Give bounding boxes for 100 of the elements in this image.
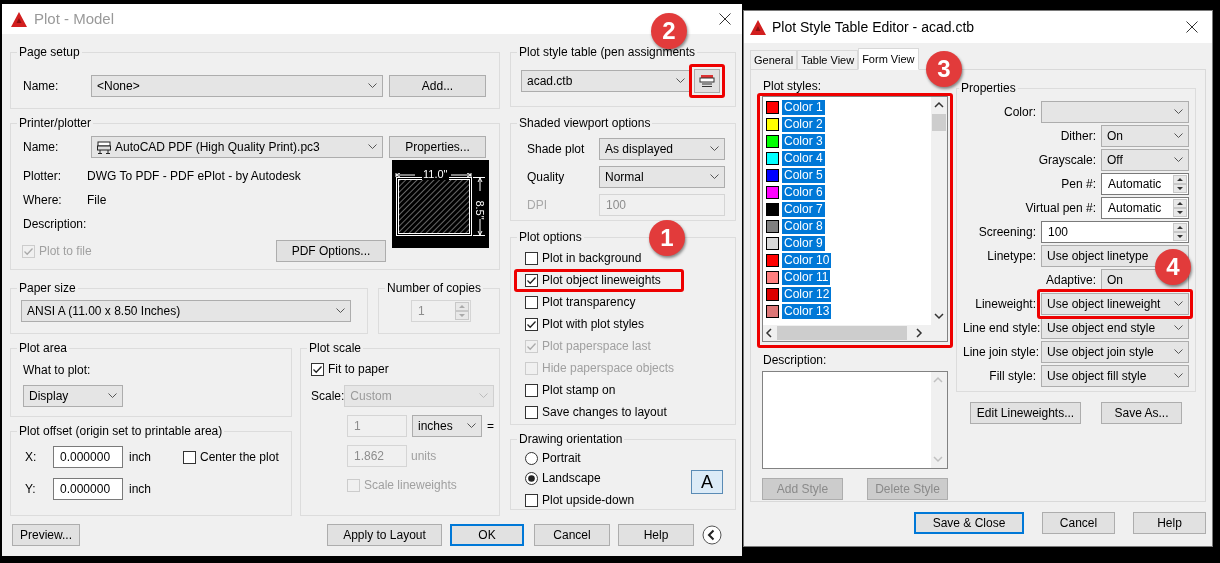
collapse-icon[interactable] [702, 525, 722, 545]
plot-style-item[interactable]: Color 9 [766, 235, 931, 252]
group-title: Paper size [18, 280, 77, 297]
group-title: Drawing orientation [518, 431, 624, 448]
dropdown[interactable]: Display [23, 385, 123, 407]
dropdown[interactable]: On [1101, 125, 1189, 147]
button[interactable]: Add... [389, 75, 486, 97]
property-label: Line join style: [963, 344, 1041, 361]
style-name: Color 9 [782, 236, 825, 251]
style-name: Color 7 [782, 202, 825, 217]
checkbox-square-icon [525, 383, 538, 397]
property-label: Dither: [1059, 128, 1097, 145]
dropdown[interactable]: acad.ctb [521, 70, 691, 92]
scroll-thumb[interactable] [932, 114, 946, 131]
style-name: Color 8 [782, 219, 825, 234]
vertical-scrollbar[interactable] [931, 97, 947, 325]
style-name: Color 6 [782, 185, 825, 200]
checkbox-square-icon [525, 339, 538, 353]
horizontal-scrollbar[interactable] [763, 325, 947, 341]
dropdown[interactable]: As displayed [599, 138, 725, 160]
dropdown[interactable]: Use object lineweight [1041, 293, 1189, 315]
button[interactable]: Properties... [389, 136, 486, 158]
button[interactable]: Help [618, 524, 694, 546]
group-title: Number of copies [386, 280, 483, 297]
tab[interactable]: Form View [858, 48, 919, 70]
dropdown[interactable]: Normal [599, 166, 725, 188]
plot-style-item[interactable]: Color 6 [766, 184, 931, 201]
scroll-thumb[interactable] [777, 326, 907, 340]
radio-button[interactable]: Portrait [525, 448, 581, 468]
tab[interactable]: General [750, 50, 798, 69]
checkbox[interactable]: Plot in background [525, 248, 642, 268]
edit-style-table-button[interactable] [694, 69, 720, 93]
checkbox[interactable]: Plot transparency [525, 292, 636, 312]
page-letter: A [701, 470, 713, 494]
dropdown[interactable]: Use object join style [1041, 341, 1189, 363]
checkbox[interactable]: Plot object lineweights [525, 270, 661, 290]
plot-style-item[interactable]: Color 5 [766, 167, 931, 184]
button[interactable]: Preview... [12, 524, 80, 546]
plot-style-item[interactable]: Color 7 [766, 201, 931, 218]
chevron-down-icon [479, 393, 489, 399]
style-name: Color 10 [782, 253, 832, 268]
radio-circle-icon [525, 451, 538, 465]
field-label: What to plot: [22, 362, 92, 379]
dropdown[interactable]: ANSI A (11.00 x 8.50 Inches) [21, 300, 351, 322]
close-icon[interactable] [719, 13, 731, 25]
checkbox[interactable]: Plot stamp on [525, 380, 616, 400]
group-title: Shaded viewport options [518, 115, 652, 132]
text-field[interactable]: 0.000000 [53, 446, 123, 468]
spinner-field[interactable]: 100 [1041, 221, 1189, 243]
spin-arrows-icon [1173, 199, 1187, 217]
checkbox-square-icon [525, 251, 538, 265]
button[interactable]: Save & Close [914, 512, 1024, 534]
field-label: Description: [763, 352, 828, 369]
close-icon[interactable] [1186, 21, 1198, 33]
style-name: Color 13 [782, 304, 832, 319]
style-name: Color 5 [782, 168, 825, 183]
chevron-down-icon [368, 83, 377, 89]
plot-style-item[interactable]: Color 3 [766, 133, 931, 150]
spinner-field[interactable]: Automatic [1101, 173, 1189, 195]
checkbox[interactable]: Plot upside-down [525, 490, 635, 510]
style-name: Color 4 [782, 151, 825, 166]
dropdown[interactable]: Off [1101, 149, 1189, 171]
tab[interactable]: Table View [797, 50, 859, 69]
button[interactable]: PDF Options... [276, 240, 386, 262]
checkbox[interactable]: Save changes to layout [525, 402, 667, 422]
plot-style-item[interactable]: Color 10 [766, 252, 931, 269]
plot-style-item[interactable]: Color 2 [766, 116, 931, 133]
dropdown[interactable]: AutoCAD PDF (High Quality Print).pc3 [91, 136, 383, 158]
info-label: Where: [22, 192, 63, 209]
button[interactable]: Save As... [1101, 402, 1182, 424]
dropdown[interactable]: Use object end style [1041, 317, 1189, 339]
window-title: Plot Style Table Editor - acad.ctb [772, 17, 975, 37]
spinner-field[interactable]: Automatic [1101, 197, 1189, 219]
property-label: Adaptive: [1044, 272, 1097, 289]
radio-button[interactable]: Landscape [525, 468, 601, 488]
plot-style-item[interactable]: Color 11 [766, 269, 931, 286]
checkbox[interactable]: Center the plot [183, 447, 279, 467]
property-label: Color: [1003, 104, 1037, 121]
button[interactable]: OK [450, 524, 524, 546]
button[interactable]: Cancel [534, 524, 610, 546]
button[interactable]: Help [1133, 512, 1206, 534]
plot-style-item[interactable]: Color 4 [766, 150, 931, 167]
spin-arrows-icon [1173, 223, 1187, 241]
plot-style-item[interactable]: Color 12 [766, 286, 931, 303]
style-name: Color 11 [782, 270, 831, 285]
text-field[interactable]: 0.000000 [53, 478, 123, 500]
button[interactable]: Edit Lineweights... [970, 402, 1081, 424]
dropdown[interactable]: Use object fill style [1041, 365, 1189, 387]
callout-tooltip: 1 [649, 220, 685, 256]
button[interactable]: Cancel [1042, 512, 1115, 534]
plot-style-item[interactable]: Color 1 [766, 99, 931, 116]
button[interactable]: Apply to Layout [327, 524, 442, 546]
chevron-down-icon [108, 393, 117, 399]
plot-style-item[interactable]: Color 13 [766, 303, 931, 320]
property-label: Lineweight: [974, 296, 1037, 313]
dropdown[interactable]: <None> [91, 75, 383, 97]
checkbox[interactable]: Plot with plot styles [525, 314, 645, 334]
property-label: Pen #: [1060, 176, 1097, 193]
checkbox-square-icon [525, 493, 538, 507]
plot-style-item[interactable]: Color 8 [766, 218, 931, 235]
